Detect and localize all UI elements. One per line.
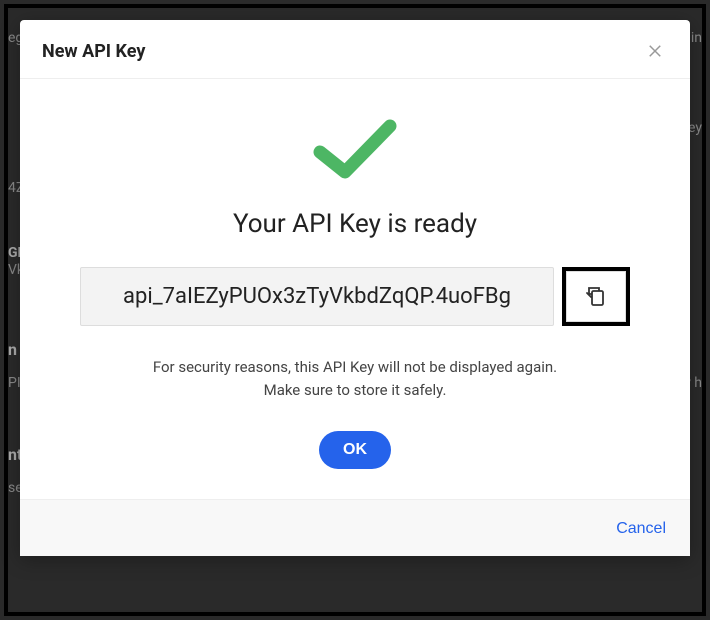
security-note-line1: For security reasons, this API Key will …: [153, 358, 557, 376]
security-note: For security reasons, this API Key will …: [80, 356, 630, 401]
api-key-ready-heading: Your API Key is ready: [80, 209, 630, 239]
bg-text: ey: [688, 120, 702, 136]
close-icon: [646, 42, 664, 60]
copy-button[interactable]: [566, 271, 626, 322]
checkmark-icon: [305, 114, 405, 184]
modal-title: New API Key: [42, 41, 145, 62]
copy-icon: [584, 285, 608, 309]
bg-text: in: [691, 30, 702, 46]
ok-button[interactable]: OK: [319, 431, 391, 469]
copy-button-highlight: [562, 267, 630, 326]
cancel-button[interactable]: Cancel: [616, 520, 666, 538]
modal-header: New API Key: [20, 20, 690, 79]
new-api-key-modal: New API Key Your API Key is ready api_7a…: [20, 20, 690, 556]
bg-text: n: [8, 340, 17, 359]
modal-footer: Cancel: [20, 499, 690, 556]
api-key-value[interactable]: api_7aIEZyPUOx3zTyVkbdZqQP.4uoFBg: [80, 267, 554, 326]
modal-body: Your API Key is ready api_7aIEZyPUOx3zTy…: [20, 79, 690, 499]
close-button[interactable]: [642, 38, 668, 64]
security-note-line2: Make sure to store it safely.: [264, 381, 447, 399]
api-key-row: api_7aIEZyPUOx3zTyVkbdZqQP.4uoFBg: [80, 267, 630, 326]
